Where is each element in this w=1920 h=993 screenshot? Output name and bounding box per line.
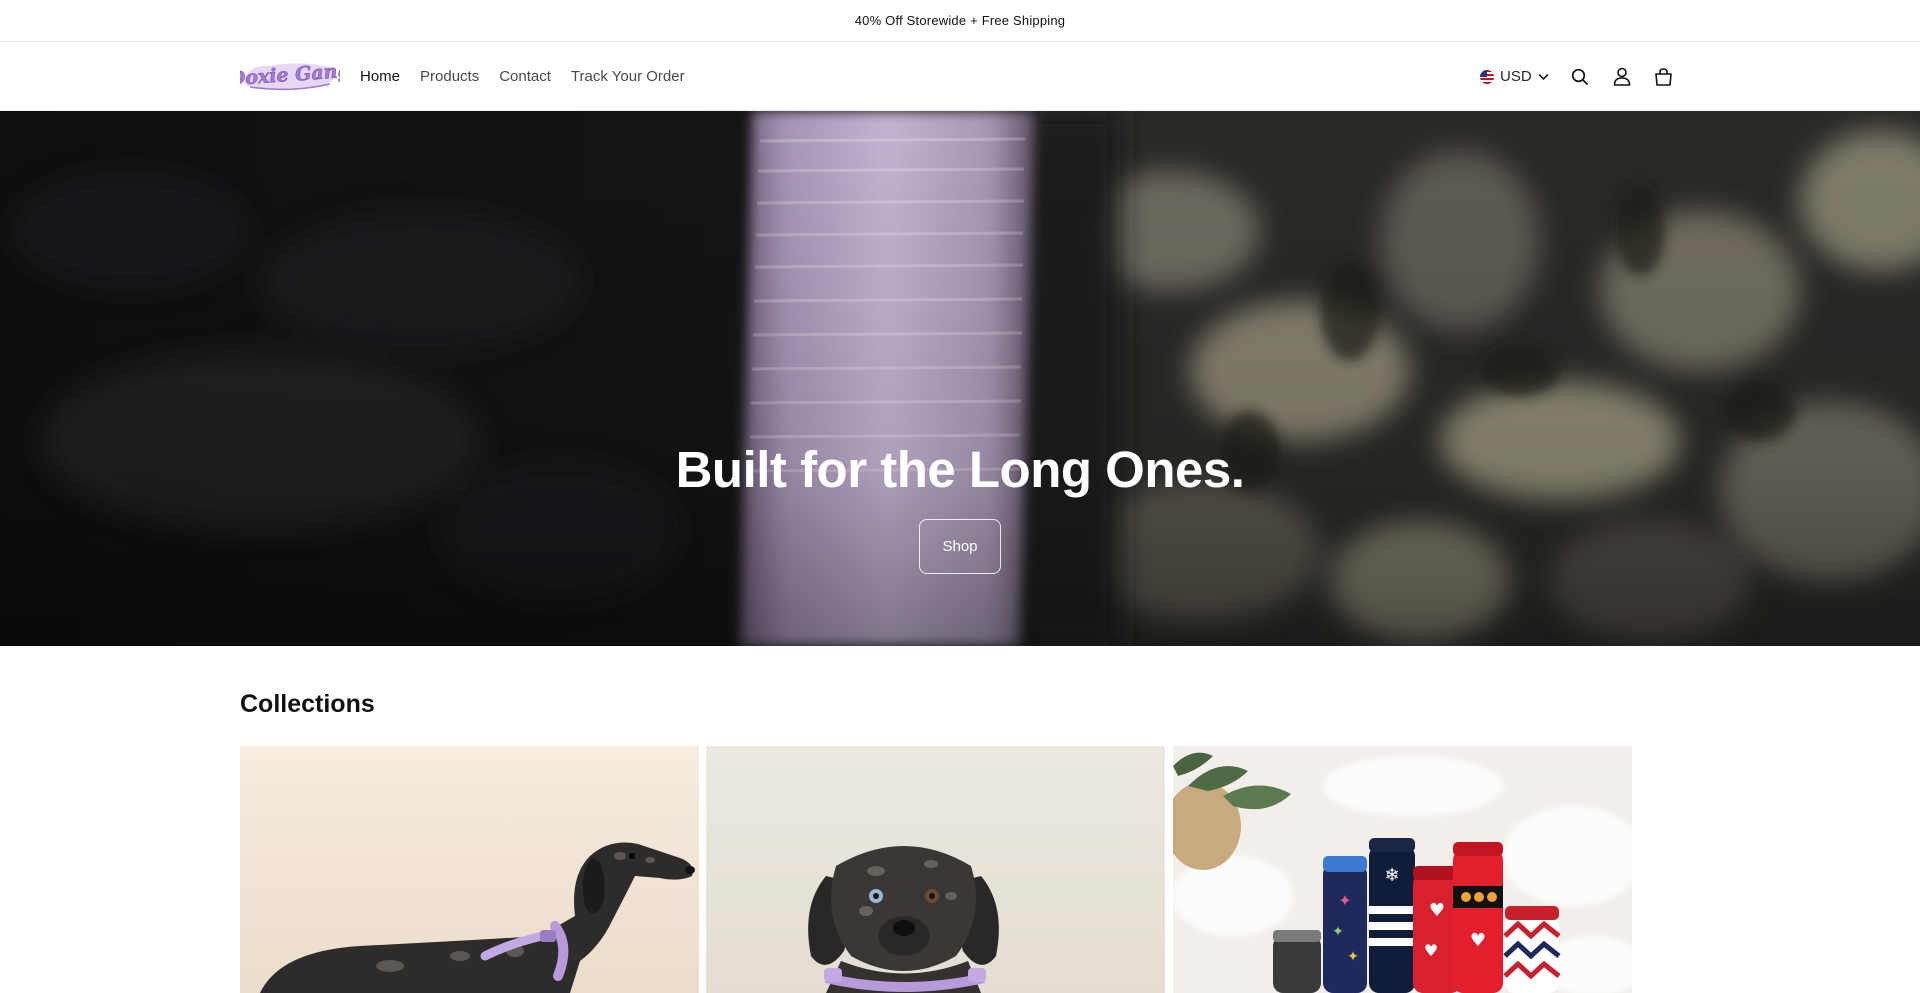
- nav-products-link[interactable]: Products: [420, 64, 479, 89]
- site-header: Doxie Gang Home Products Contact Track Y…: [0, 42, 1920, 111]
- collection-card-sweaters[interactable]: ✦ ✦ ✦ ❄ ♥ ♥ ♥: [1173, 746, 1632, 993]
- hero-shop-button[interactable]: Shop: [919, 519, 1001, 574]
- hero-banner: Built for the Long Ones. Shop: [0, 111, 1920, 646]
- svg-text:♥: ♥: [1429, 900, 1445, 921]
- search-icon[interactable]: [1569, 66, 1591, 88]
- account-icon[interactable]: [1611, 66, 1633, 88]
- hero-title: Built for the Long Ones.: [675, 441, 1245, 498]
- nav-track-order-link[interactable]: Track Your Order: [571, 64, 685, 89]
- nav-home-link[interactable]: Home: [360, 64, 400, 89]
- main-nav: Home Products Contact Track Your Order: [360, 42, 685, 111]
- dog-sweaters-image: ✦ ✦ ✦ ❄ ♥ ♥ ♥: [1173, 746, 1632, 993]
- svg-text:✦: ✦: [1338, 891, 1351, 910]
- currency-selector[interactable]: USD: [1480, 68, 1549, 85]
- collection-card-harness-profile[interactable]: [240, 746, 699, 993]
- svg-text:✦: ✦: [1332, 924, 1344, 940]
- doxie-gang-logo[interactable]: Doxie Gang: [227, 56, 352, 94]
- svg-text:❄: ❄: [1384, 865, 1399, 886]
- collections-heading: Collections: [240, 690, 375, 718]
- svg-text:♥: ♥: [1470, 930, 1486, 951]
- cart-icon[interactable]: [1653, 66, 1675, 88]
- svg-text:♥: ♥: [1424, 941, 1438, 960]
- nav-contact-link[interactable]: Contact: [499, 64, 551, 89]
- currency-label: USD: [1500, 68, 1532, 85]
- announcement-bar: 40% Off Storewide + Free Shipping: [0, 0, 1920, 42]
- announcement-text: 40% Off Storewide + Free Shipping: [854, 13, 1066, 28]
- dachshund-front-image: [706, 746, 1165, 993]
- dachshund-profile-image: [240, 746, 699, 993]
- header-actions: USD: [1480, 42, 1675, 111]
- us-flag-icon: [1480, 69, 1494, 84]
- chevron-down-icon: [1538, 68, 1549, 85]
- svg-text:✦: ✦: [1347, 949, 1359, 965]
- collection-card-harness-front[interactable]: [706, 746, 1165, 993]
